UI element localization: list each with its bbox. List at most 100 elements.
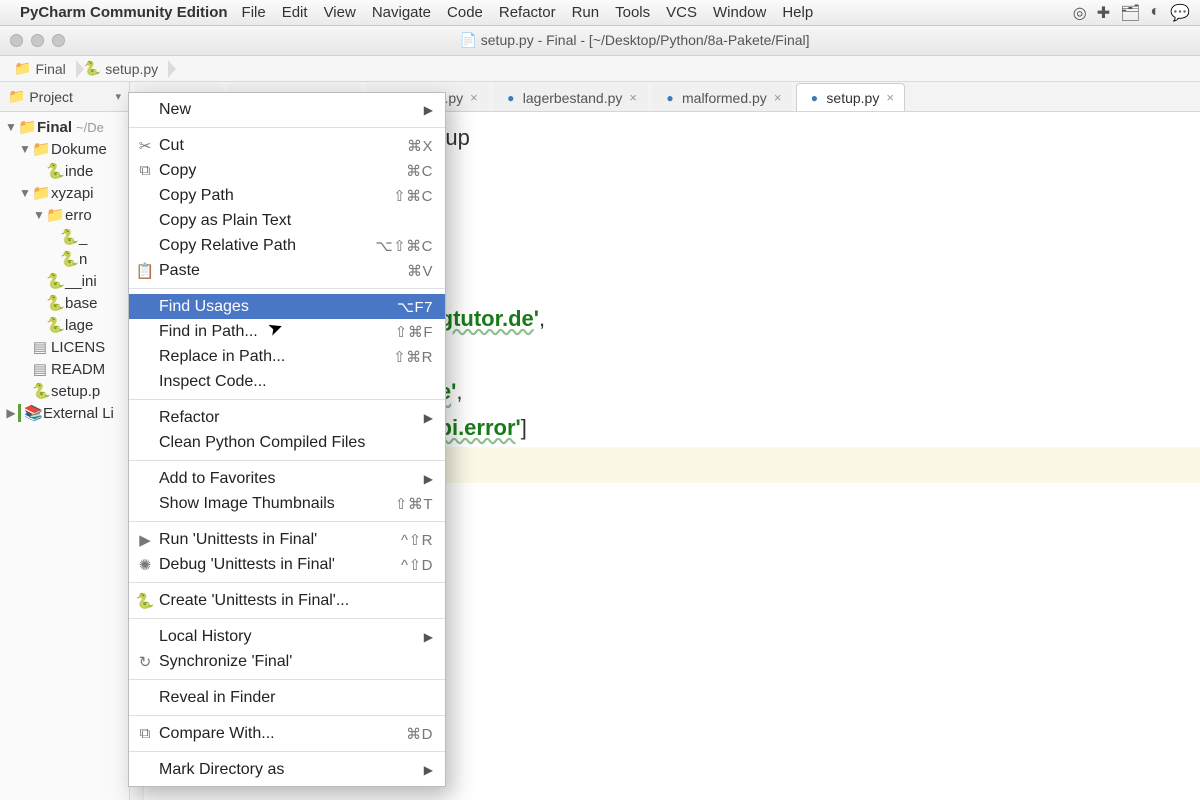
menu-run[interactable]: Run: [572, 4, 600, 21]
menu-vcs[interactable]: VCS: [666, 4, 697, 21]
menu-item-copy-path[interactable]: Copy Path⇧⌘C: [129, 183, 445, 208]
breadcrumb-item[interactable]: 📁Final: [10, 58, 78, 79]
menu-item-new[interactable]: New▶: [129, 97, 445, 122]
submenu-arrow-icon: ▶: [424, 763, 433, 777]
window-title: 📄 setup.py - Final - [~/Desktop/Python/8…: [79, 32, 1190, 49]
tab-lagerbestand-py[interactable]: ●lagerbestand.py×: [493, 83, 648, 111]
menu-item-local-history[interactable]: Local History▶: [129, 624, 445, 649]
lib-icon: 📚: [24, 404, 40, 422]
breadcrumb-item[interactable]: 🐍setup.py: [80, 58, 170, 79]
menu-separator: [129, 618, 445, 619]
context-menu[interactable]: New▶ ✂Cut⌘X⧉Copy⌘CCopy Path⇧⌘C Copy as Pla…: [128, 92, 446, 787]
menu-shortcut: ^⇧R: [401, 531, 433, 549]
tree-node[interactable]: ▼📁xyzapi: [0, 182, 129, 204]
menu-item-copy[interactable]: ⧉Copy⌘C: [129, 158, 445, 183]
menu-code[interactable]: Code: [447, 4, 483, 21]
tab-malformed-py[interactable]: ●malformed.py×: [652, 83, 792, 111]
disclosure-icon[interactable]: ▼: [18, 142, 32, 156]
menu-item-label: Paste: [159, 262, 200, 280]
tree-label: External Li: [43, 405, 114, 422]
disclosure-icon[interactable]: ▼: [32, 208, 46, 222]
traffic-lights[interactable]: [10, 34, 65, 47]
python-icon: 🐍: [60, 228, 76, 246]
tree-node[interactable]: ▤LICENS: [0, 336, 129, 358]
menu-item-inspect-code[interactable]: Inspect Code...: [129, 369, 445, 394]
menu-tools[interactable]: Tools: [615, 4, 650, 21]
menu-item-run-unittests-in-final[interactable]: ▶Run 'Unittests in Final'^⇧R: [129, 527, 445, 552]
menu-item-refactor[interactable]: Refactor▶: [129, 405, 445, 430]
menu-shortcut: ^⇧D: [401, 556, 433, 574]
txt-icon: ▤: [32, 338, 48, 356]
menu-shortcut: ⌥F7: [397, 298, 433, 316]
menu-item-replace-in-path[interactable]: Replace in Path...⇧⌘R: [129, 344, 445, 369]
disclosure-icon[interactable]: ▶: [4, 406, 18, 420]
project-tool-header[interactable]: 📁 Project ▾: [0, 82, 130, 111]
tree-label: setup.p: [51, 383, 100, 400]
minimize-icon[interactable]: [31, 34, 44, 47]
tree-node[interactable]: 🐍__ini: [0, 270, 129, 292]
tree-node[interactable]: ▤READM: [0, 358, 129, 380]
close-icon[interactable]: ×: [886, 90, 894, 105]
menu-item-mark-directory-as[interactable]: Mark Directory as▶: [129, 757, 445, 782]
menu-window[interactable]: Window: [713, 4, 766, 21]
menu-file[interactable]: File: [242, 4, 266, 21]
menu-separator: [129, 751, 445, 752]
menu-help[interactable]: Help: [782, 4, 813, 21]
menu-item-find-in-path[interactable]: Find in Path...⇧⌘F: [129, 319, 445, 344]
close-icon[interactable]: ×: [470, 90, 478, 105]
menu-item-paste[interactable]: 📋Paste⌘V: [129, 258, 445, 283]
tab-setup-py[interactable]: ●setup.py×: [796, 83, 905, 111]
tree-node[interactable]: 🐍setup.p: [0, 380, 129, 402]
tree-node[interactable]: 🐍inde: [0, 160, 129, 182]
menu-item-label: Copy Path: [159, 187, 234, 205]
tray-icon[interactable]: ◐: [1150, 3, 1160, 23]
close-icon[interactable]: ×: [629, 90, 637, 105]
close-icon[interactable]: [10, 34, 23, 47]
menu-item-find-usages[interactable]: Find Usages ⌥F7: [129, 294, 445, 319]
menu-item-show-image-thumbnails[interactable]: Show Image Thumbnails⇧⌘T: [129, 491, 445, 516]
tree-node[interactable]: ▼📁erro: [0, 204, 129, 226]
tray-icon[interactable]: ◎: [1073, 3, 1087, 23]
tray-icon[interactable]: ✚: [1097, 3, 1110, 23]
tree-node[interactable]: ▼📁Final~/De: [0, 116, 129, 138]
tree-node[interactable]: 🐍lage: [0, 314, 129, 336]
tray-icon[interactable]: 🗂: [1120, 3, 1140, 23]
menu-item-icon: ⧉: [135, 725, 155, 742]
menu-view[interactable]: View: [324, 4, 356, 21]
menu-refactor[interactable]: Refactor: [499, 4, 556, 21]
menu-item-synchronize-final[interactable]: ↻Synchronize 'Final': [129, 649, 445, 674]
python-icon: ●: [807, 91, 821, 105]
menu-item-copy-relative-path[interactable]: Copy Relative Path⌥⇧⌘C: [129, 233, 445, 258]
menu-item-cut[interactable]: ✂Cut⌘X: [129, 133, 445, 158]
tree-node[interactable]: 🐍base: [0, 292, 129, 314]
menu-edit[interactable]: Edit: [282, 4, 308, 21]
menu-shortcut: ⌘X: [407, 137, 433, 155]
disclosure-icon[interactable]: ▼: [18, 186, 32, 200]
menu-item-add-to-favorites[interactable]: Add to Favorites▶: [129, 466, 445, 491]
menu-navigate[interactable]: Navigate: [372, 4, 431, 21]
menu-shortcut: ⇧⌘R: [393, 348, 433, 366]
tray-icon[interactable]: 💬: [1170, 3, 1190, 23]
menu-item-debug-unittests-in-final[interactable]: ✺Debug 'Unittests in Final'^⇧D: [129, 552, 445, 577]
menu-item-create-unittests-in-final[interactable]: 🐍Create 'Unittests in Final'...: [129, 588, 445, 613]
menu-item-clean-python-compiled-files[interactable]: Clean Python Compiled Files: [129, 430, 445, 455]
submenu-arrow-icon: ▶: [424, 630, 433, 644]
tree-node[interactable]: 🐍_: [0, 226, 129, 248]
menu-item-compare-with[interactable]: ⧉Compare With...⌘D: [129, 721, 445, 746]
close-icon[interactable]: ×: [774, 90, 782, 105]
menu-item-copy-as-plain-text[interactable]: Copy as Plain Text: [129, 208, 445, 233]
app-name[interactable]: PyCharm Community Edition: [20, 4, 228, 21]
tree-path: ~/De: [76, 120, 104, 135]
tree-node[interactable]: ▼📁Dokume: [0, 138, 129, 160]
project-tree[interactable]: ▼📁Final~/De▼📁Dokume🐍inde▼📁xyzapi▼📁erro🐍_…: [0, 112, 130, 800]
disclosure-icon[interactable]: ▼: [4, 120, 18, 134]
menu-item-label: Find Usages: [159, 298, 249, 316]
menu-item-label: Create 'Unittests in Final'...: [159, 592, 349, 610]
chevron-down-icon[interactable]: ▾: [115, 90, 121, 103]
tree-node[interactable]: ▶ 📚External Li: [0, 402, 129, 424]
menu-item-reveal-in-finder[interactable]: Reveal in Finder: [129, 685, 445, 710]
menu-item-label: Copy as Plain Text: [159, 212, 291, 230]
menu-item-label: Clean Python Compiled Files: [159, 434, 365, 452]
zoom-icon[interactable]: [52, 34, 65, 47]
tree-node[interactable]: 🐍n: [0, 248, 129, 270]
